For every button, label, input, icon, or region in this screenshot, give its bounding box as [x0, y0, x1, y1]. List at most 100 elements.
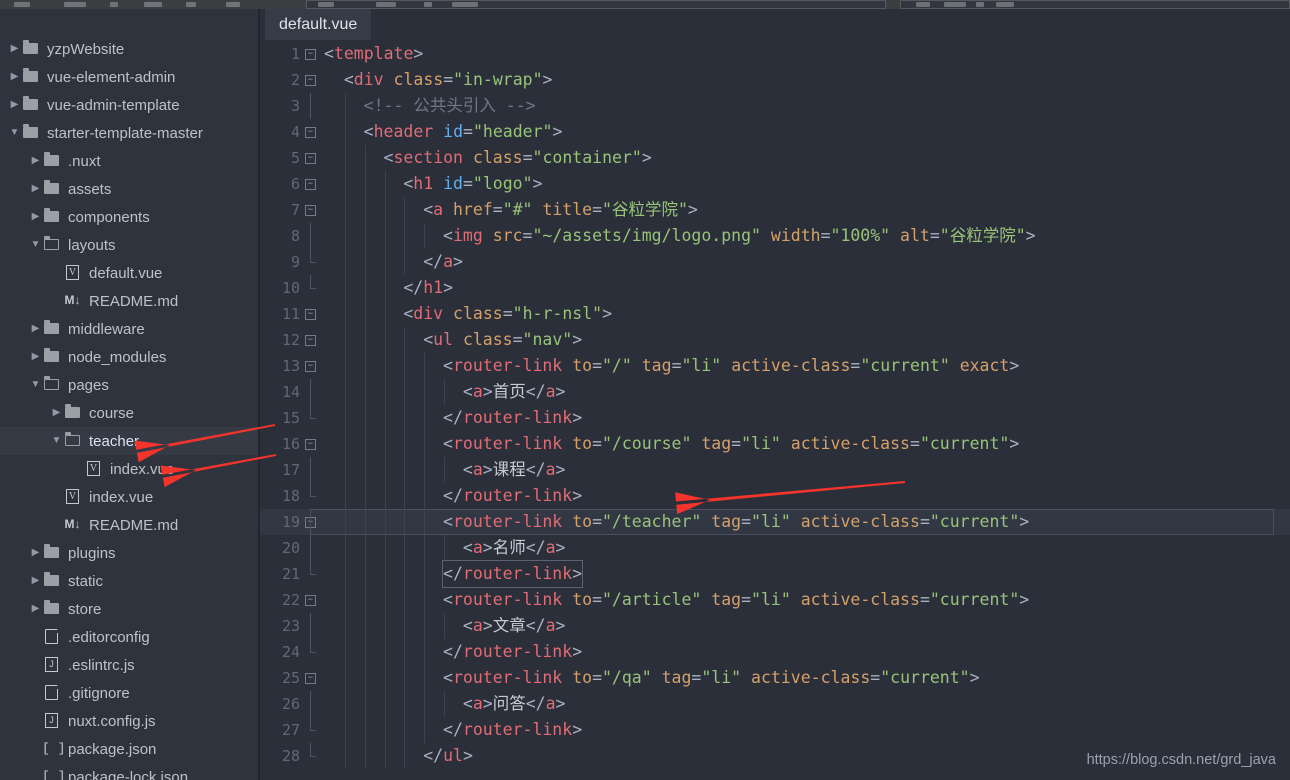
chevron-down-icon[interactable]: ▼ [29, 240, 42, 250]
code-editor[interactable]: 1− <template> 2− <div class="in-wrap"> 3 <!--… [260, 41, 1290, 780]
chevron-right-icon[interactable]: ▶ [29, 184, 42, 194]
toolbar-icon-5[interactable] [186, 2, 196, 7]
tree-item-static[interactable]: ▶ static [0, 567, 260, 595]
chevron-right-icon[interactable]: ▶ [8, 44, 21, 54]
chevron-down-icon[interactable]: ▼ [8, 128, 21, 138]
file-tree[interactable]: ▶ yzpWebsite ▶ vue-element-admin ▶ vue-admin-… [0, 35, 260, 780]
fold-collapse-icon[interactable]: − [305, 49, 316, 60]
tree-item-starter-template-master[interactable]: ▼ starter-template-master [0, 119, 260, 147]
tree-item-layouts[interactable]: ▼ layouts [0, 231, 260, 259]
code-line-8[interactable]: 8 <img src="~/assets/img/logo.png" width=… [260, 223, 1290, 249]
tree-item-teacher[interactable]: ▼ teacher [0, 427, 260, 455]
toolbar-icon-1[interactable] [14, 2, 30, 7]
tree-item--nuxt[interactable]: ▶ .nuxt [0, 147, 260, 175]
code-line-13[interactable]: 13− <router-link to="/" tag="li" active-c… [260, 353, 1290, 379]
tree-item--gitignore[interactable]: .gitignore [0, 679, 260, 707]
fold-collapse-icon[interactable]: − [305, 75, 316, 86]
chevron-right-icon[interactable]: ▶ [29, 324, 42, 334]
code-line-23[interactable]: 23 <a>文章</a> [260, 613, 1290, 639]
code-line-2[interactable]: 2− <div class="in-wrap"> [260, 67, 1290, 93]
code-line-4[interactable]: 4− <header id="header"> [260, 119, 1290, 145]
tree-item-assets[interactable]: ▶ assets [0, 175, 260, 203]
tree-item--eslintrc-js[interactable]: J .eslintrc.js [0, 651, 260, 679]
code-line-19[interactable]: 19− <router-link to="/teacher" tag="li" a… [260, 509, 1290, 535]
code-line-3[interactable]: 3 <!-- 公共头引入 --> [260, 93, 1290, 119]
code-line-15[interactable]: 15 </router-link> [260, 405, 1290, 431]
chevron-right-icon[interactable]: ▶ [29, 352, 42, 362]
toolbar-icon-11[interactable] [916, 2, 930, 7]
toolbar-icon-7[interactable] [318, 2, 334, 7]
code-line-21[interactable]: 21 </router-link> [260, 560, 1290, 588]
toolbar-icon-8[interactable] [376, 2, 396, 7]
tree-item-readme-md[interactable]: M↓ README.md [0, 287, 260, 315]
code-line-12[interactable]: 12− <ul class="nav"> [260, 327, 1290, 353]
toolbar-icon-14[interactable] [996, 2, 1014, 7]
tree-item-node-modules[interactable]: ▶ node_modules [0, 343, 260, 371]
code-line-25[interactable]: 25− <router-link to="/qa" tag="li" active… [260, 665, 1290, 691]
tree-item-index-vue[interactable]: Vindex.vue [0, 455, 260, 483]
code-line-20[interactable]: 20 <a>名师</a> [260, 535, 1290, 561]
code-line-11[interactable]: 11− <div class="h-r-nsl"> [260, 301, 1290, 327]
chevron-right-icon[interactable]: ▶ [29, 604, 42, 614]
chevron-down-icon[interactable]: ▼ [29, 380, 42, 390]
toolbar-icon-2[interactable] [64, 2, 86, 7]
fold-collapse-icon[interactable]: − [305, 595, 316, 606]
toolbar-icon-4[interactable] [144, 2, 162, 7]
tree-item--editorconfig[interactable]: .editorconfig [0, 623, 260, 651]
code-line-17[interactable]: 17 <a>课程</a> [260, 457, 1290, 483]
tree-item-package-json[interactable]: [ ] package.json [0, 735, 260, 763]
tree-item-index-vue[interactable]: Vindex.vue [0, 483, 260, 511]
code-line-6[interactable]: 6− <h1 id="logo"> [260, 171, 1290, 197]
code-line-18[interactable]: 18 </router-link> [260, 483, 1290, 509]
code-line-10[interactable]: 10 </h1> [260, 275, 1290, 301]
tree-item-pages[interactable]: ▼ pages [0, 371, 260, 399]
code-lines[interactable]: 1− <template> 2− <div class="in-wrap"> 3 <!--… [260, 41, 1290, 769]
tree-item-nuxt-config-js[interactable]: Jnuxt.config.js [0, 707, 260, 735]
tree-item-vue-element-admin[interactable]: ▶ vue-element-admin [0, 63, 260, 91]
fold-collapse-icon[interactable]: − [305, 309, 316, 320]
code-line-9[interactable]: 9 </a> [260, 249, 1290, 275]
fold-collapse-icon[interactable]: − [305, 335, 316, 346]
toolbar-icon-13[interactable] [976, 2, 984, 7]
tree-item-readme-md[interactable]: M↓ README.md [0, 511, 260, 539]
code-line-5[interactable]: 5− <section class="container"> [260, 145, 1290, 171]
chevron-right-icon[interactable]: ▶ [50, 408, 63, 418]
tree-item-middleware[interactable]: ▶ middleware [0, 315, 260, 343]
toolbar-icon-3[interactable] [110, 2, 118, 7]
chevron-right-icon[interactable]: ▶ [29, 212, 42, 222]
fold-collapse-icon[interactable]: − [305, 127, 316, 138]
tree-item-default-vue[interactable]: Vdefault.vue [0, 259, 260, 287]
code-line-27[interactable]: 27 </router-link> [260, 717, 1290, 743]
chevron-right-icon[interactable]: ▶ [29, 156, 42, 166]
chevron-right-icon[interactable]: ▶ [8, 100, 21, 110]
toolbar-icon-12[interactable] [944, 2, 966, 7]
code-line-14[interactable]: 14 <a>首页</a> [260, 379, 1290, 405]
fold-collapse-icon[interactable]: − [305, 179, 316, 190]
toolbar-icon-10[interactable] [452, 2, 478, 7]
tree-item-store[interactable]: ▶ store [0, 595, 260, 623]
chevron-right-icon[interactable]: ▶ [29, 548, 42, 558]
fold-collapse-icon[interactable]: − [305, 153, 316, 164]
chevron-right-icon[interactable]: ▶ [29, 576, 42, 586]
tab-default-vue[interactable]: default.vue [265, 9, 372, 40]
fold-collapse-icon[interactable]: − [305, 205, 316, 216]
tree-item-package-lock-json[interactable]: [ ] package-lock.json [0, 763, 260, 780]
fold-collapse-icon[interactable]: − [305, 439, 316, 450]
code-line-22[interactable]: 22− <router-link to="/article" tag="li" a… [260, 587, 1290, 613]
fold-collapse-icon[interactable]: − [305, 361, 316, 372]
tree-item-components[interactable]: ▶ components [0, 203, 260, 231]
fold-collapse-icon[interactable]: − [305, 517, 316, 528]
code-line-24[interactable]: 24 </router-link> [260, 639, 1290, 665]
code-line-26[interactable]: 26 <a>问答</a> [260, 691, 1290, 717]
tree-item-plugins[interactable]: ▶ plugins [0, 539, 260, 567]
tree-item-yzpwebsite[interactable]: ▶ yzpWebsite [0, 35, 260, 63]
chevron-right-icon[interactable]: ▶ [8, 72, 21, 82]
code-line-7[interactable]: 7− <a href="#" title="谷粒学院"> [260, 197, 1290, 223]
code-line-1[interactable]: 1− <template> [260, 41, 1290, 67]
toolbar-icon-9[interactable] [424, 2, 432, 7]
tree-item-vue-admin-template[interactable]: ▶ vue-admin-template [0, 91, 260, 119]
tree-item-course[interactable]: ▶ course [0, 399, 260, 427]
chevron-down-icon[interactable]: ▼ [50, 436, 63, 446]
toolbar-icon-6[interactable] [226, 2, 240, 7]
code-line-16[interactable]: 16− <router-link to="/course" tag="li" ac… [260, 431, 1290, 457]
